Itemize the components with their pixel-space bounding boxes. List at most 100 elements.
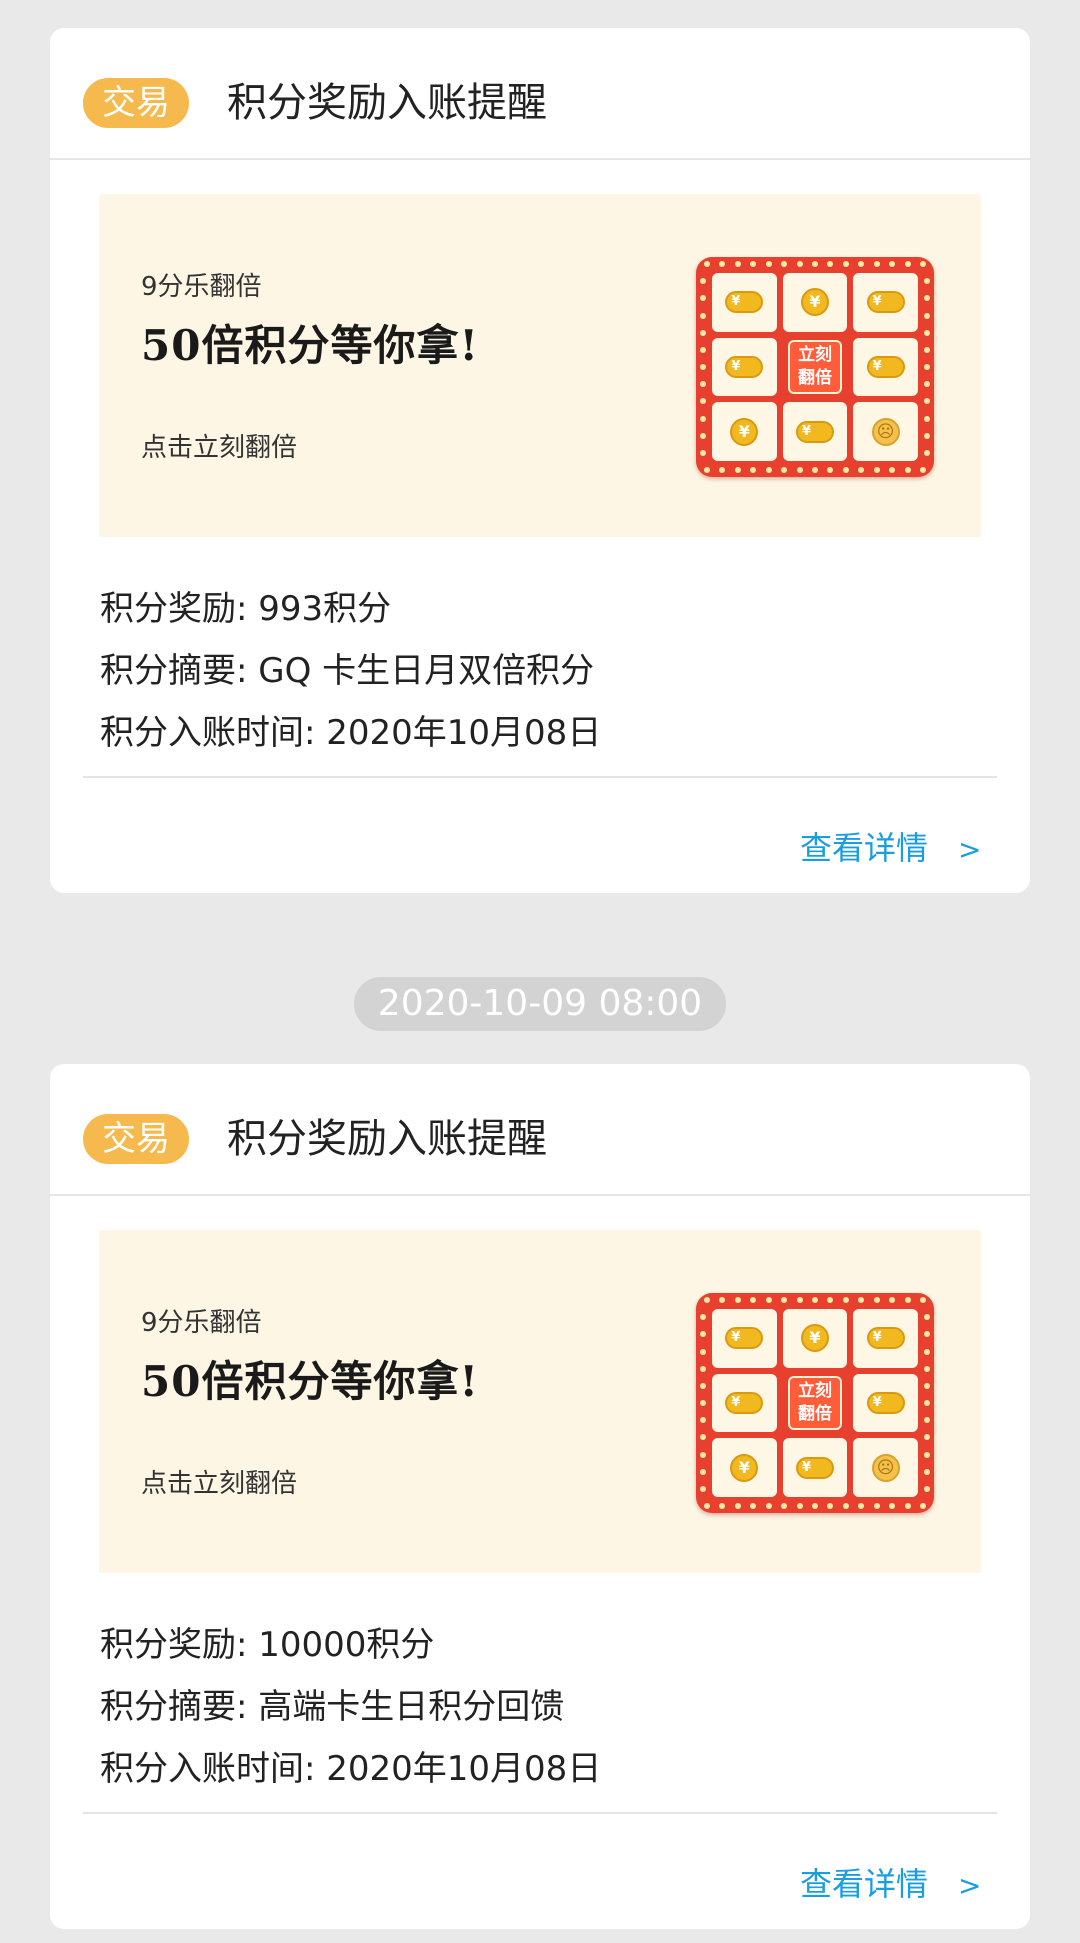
marquee-bulb [924,1468,930,1475]
chat-timestamp: 2020-10-09 08:00 [354,977,726,1031]
banner-headline: 50倍积分等你拿! [141,321,479,370]
banner-cta[interactable]: 点击立刻翻倍 [141,427,297,464]
marquee-bulb [924,278,930,285]
game-cell: ☹ [853,402,918,461]
game-cell: ¥ [853,337,918,397]
marquee-bulb [796,261,803,267]
message-title: 积分奖励入账提醒 [227,1116,547,1162]
marquee-bulb [781,261,788,267]
marquee-bulb [700,1451,706,1458]
marquee-bulb [700,1331,706,1338]
game-cell: ¥ [712,1309,777,1368]
game-cell: ¥ [712,1438,777,1497]
marquee-bulb [734,1297,741,1303]
time-line: 积分入账时间: 2020年10月08日 [100,713,602,753]
promo-banner[interactable]: 9分乐翻倍 50倍积分等你拿! 点击立刻翻倍 ¥ ¥ ¥ ¥ 立刻 翻倍 ¥ ¥ ¥ ☹ [99,1230,981,1573]
divider [83,776,997,778]
marquee-bulb [700,1348,706,1355]
marquee-bulb [781,467,788,473]
marquee-bulb [858,261,865,267]
marquee-bulb [924,1451,930,1458]
marquee-bulb [734,467,741,473]
marquee-bulb [858,1503,865,1509]
marquee-bulb [700,449,706,456]
marquee-bulb [924,1417,930,1424]
game-cell: ¥ [782,1309,848,1368]
marquee-bulb [812,1297,818,1303]
view-details-link[interactable]: 查看详情 > [800,1859,981,1909]
marquee-bulb [889,1297,896,1303]
coin-stack-icon: ¥ [866,291,905,314]
marquee-bulb [842,1297,849,1303]
marquee-bulb [700,1434,706,1441]
marquee-bulb [858,1297,865,1303]
marquee-bulb [904,261,911,267]
marquee-bulb [873,261,880,267]
marquee-bulb [704,1297,710,1303]
coin-stack-icon: ¥ [725,1327,764,1350]
reward-line: 积分奖励: 10000积分 [100,1625,435,1665]
marquee-bulb [719,467,726,473]
yuan-coin-icon: ¥ [800,1324,829,1353]
marquee-bulb [750,1297,757,1303]
marquee-bulb [700,1314,706,1321]
view-details-link[interactable]: 查看详情 > [800,823,981,873]
double-now-button[interactable]: 立刻 翻倍 [787,1375,842,1430]
game-cell: ¥ [712,337,777,397]
marquee-bulb [700,1485,706,1492]
double-points-game-board[interactable]: ¥ ¥ ¥ ¥ 立刻 翻倍 ¥ ¥ ¥ ☹ [696,257,934,477]
marquee-bulb [765,261,772,267]
view-details-label: 查看详情 [800,1865,929,1903]
game-cell: ¥ [853,273,918,332]
promo-banner[interactable]: 9分乐翻倍 50倍积分等你拿! 点击立刻翻倍 ¥ ¥ ¥ ¥ 立刻 翻倍 ¥ ¥ ¥ ☹ [99,194,981,537]
double-now-label: 立刻 [797,1380,832,1401]
marquee-bulb [924,1485,930,1492]
banner-subtitle: 9分乐翻倍 [141,1308,262,1338]
coin-stack-icon: ¥ [725,355,764,378]
marquee-bulb [858,467,865,473]
view-details-label: 查看详情 [800,829,929,867]
marquee-bulb [719,1503,726,1509]
card-header: 交易 积分奖励入账提醒 [50,1064,1030,1196]
double-now-label: 翻倍 [797,1403,832,1424]
marquee-bulb [842,261,849,267]
banner-cta[interactable]: 点击立刻翻倍 [141,1463,297,1500]
message-card-1[interactable]: 交易 积分奖励入账提醒 9分乐翻倍 50倍积分等你拿! 点击立刻翻倍 ¥ ¥ ¥ ¥ 立… [50,28,1030,893]
marquee-bulb [700,1365,706,1372]
marquee-bulb [924,1331,930,1338]
marquee-bulb [873,1503,880,1509]
card-header: 交易 积分奖励入账提醒 [50,28,1030,160]
divider [83,1812,997,1814]
marquee-bulb [924,432,930,439]
double-points-game-board[interactable]: ¥ ¥ ¥ ¥ 立刻 翻倍 ¥ ¥ ¥ ☹ [696,1293,934,1513]
marquee-bulb [700,1400,706,1406]
marquee-bulb [924,1365,930,1372]
marquee-bulb [719,1297,726,1303]
marquee-bulb [920,1297,926,1303]
marquee-bulb [750,467,757,473]
marquee-bulb [924,346,930,353]
coin-stack-icon: ¥ [725,291,764,314]
banner-headline: 50倍积分等你拿! [141,1357,479,1406]
game-cell: ☹ [853,1438,918,1497]
marquee-bulb [812,467,818,473]
marquee-bulb [889,261,896,267]
marquee-bulb [700,398,706,405]
coin-stack-icon: ¥ [725,1391,764,1414]
marquee-bulb [924,312,930,319]
double-now-button[interactable]: 立刻 翻倍 [787,339,842,394]
game-cell: ¥ [712,273,777,332]
game-cell: ¥ [712,1373,777,1433]
marquee-bulb [924,1314,930,1321]
game-cell: ¥ [712,402,777,461]
message-title: 积分奖励入账提醒 [227,80,547,126]
game-cell: ¥ [853,1309,918,1368]
message-card-2[interactable]: 交易 积分奖励入账提醒 9分乐翻倍 50倍积分等你拿! 点击立刻翻倍 ¥ ¥ ¥ ¥ 立… [50,1064,1030,1929]
marquee-bulb [873,467,880,473]
category-tag: 交易 [83,1114,189,1164]
coin-stack-icon: ¥ [866,355,905,378]
points-info: 积分奖励: 993积分 积分摘要: GQ 卡生日月双倍积分 积分入账时间: 20… [100,578,601,764]
summary-line: 积分摘要: GQ 卡生日月双倍积分 [100,651,595,691]
game-grid: ¥ ¥ ¥ ¥ 立刻 翻倍 ¥ ¥ ¥ ☹ [712,1309,918,1497]
marquee-bulb [700,346,706,353]
